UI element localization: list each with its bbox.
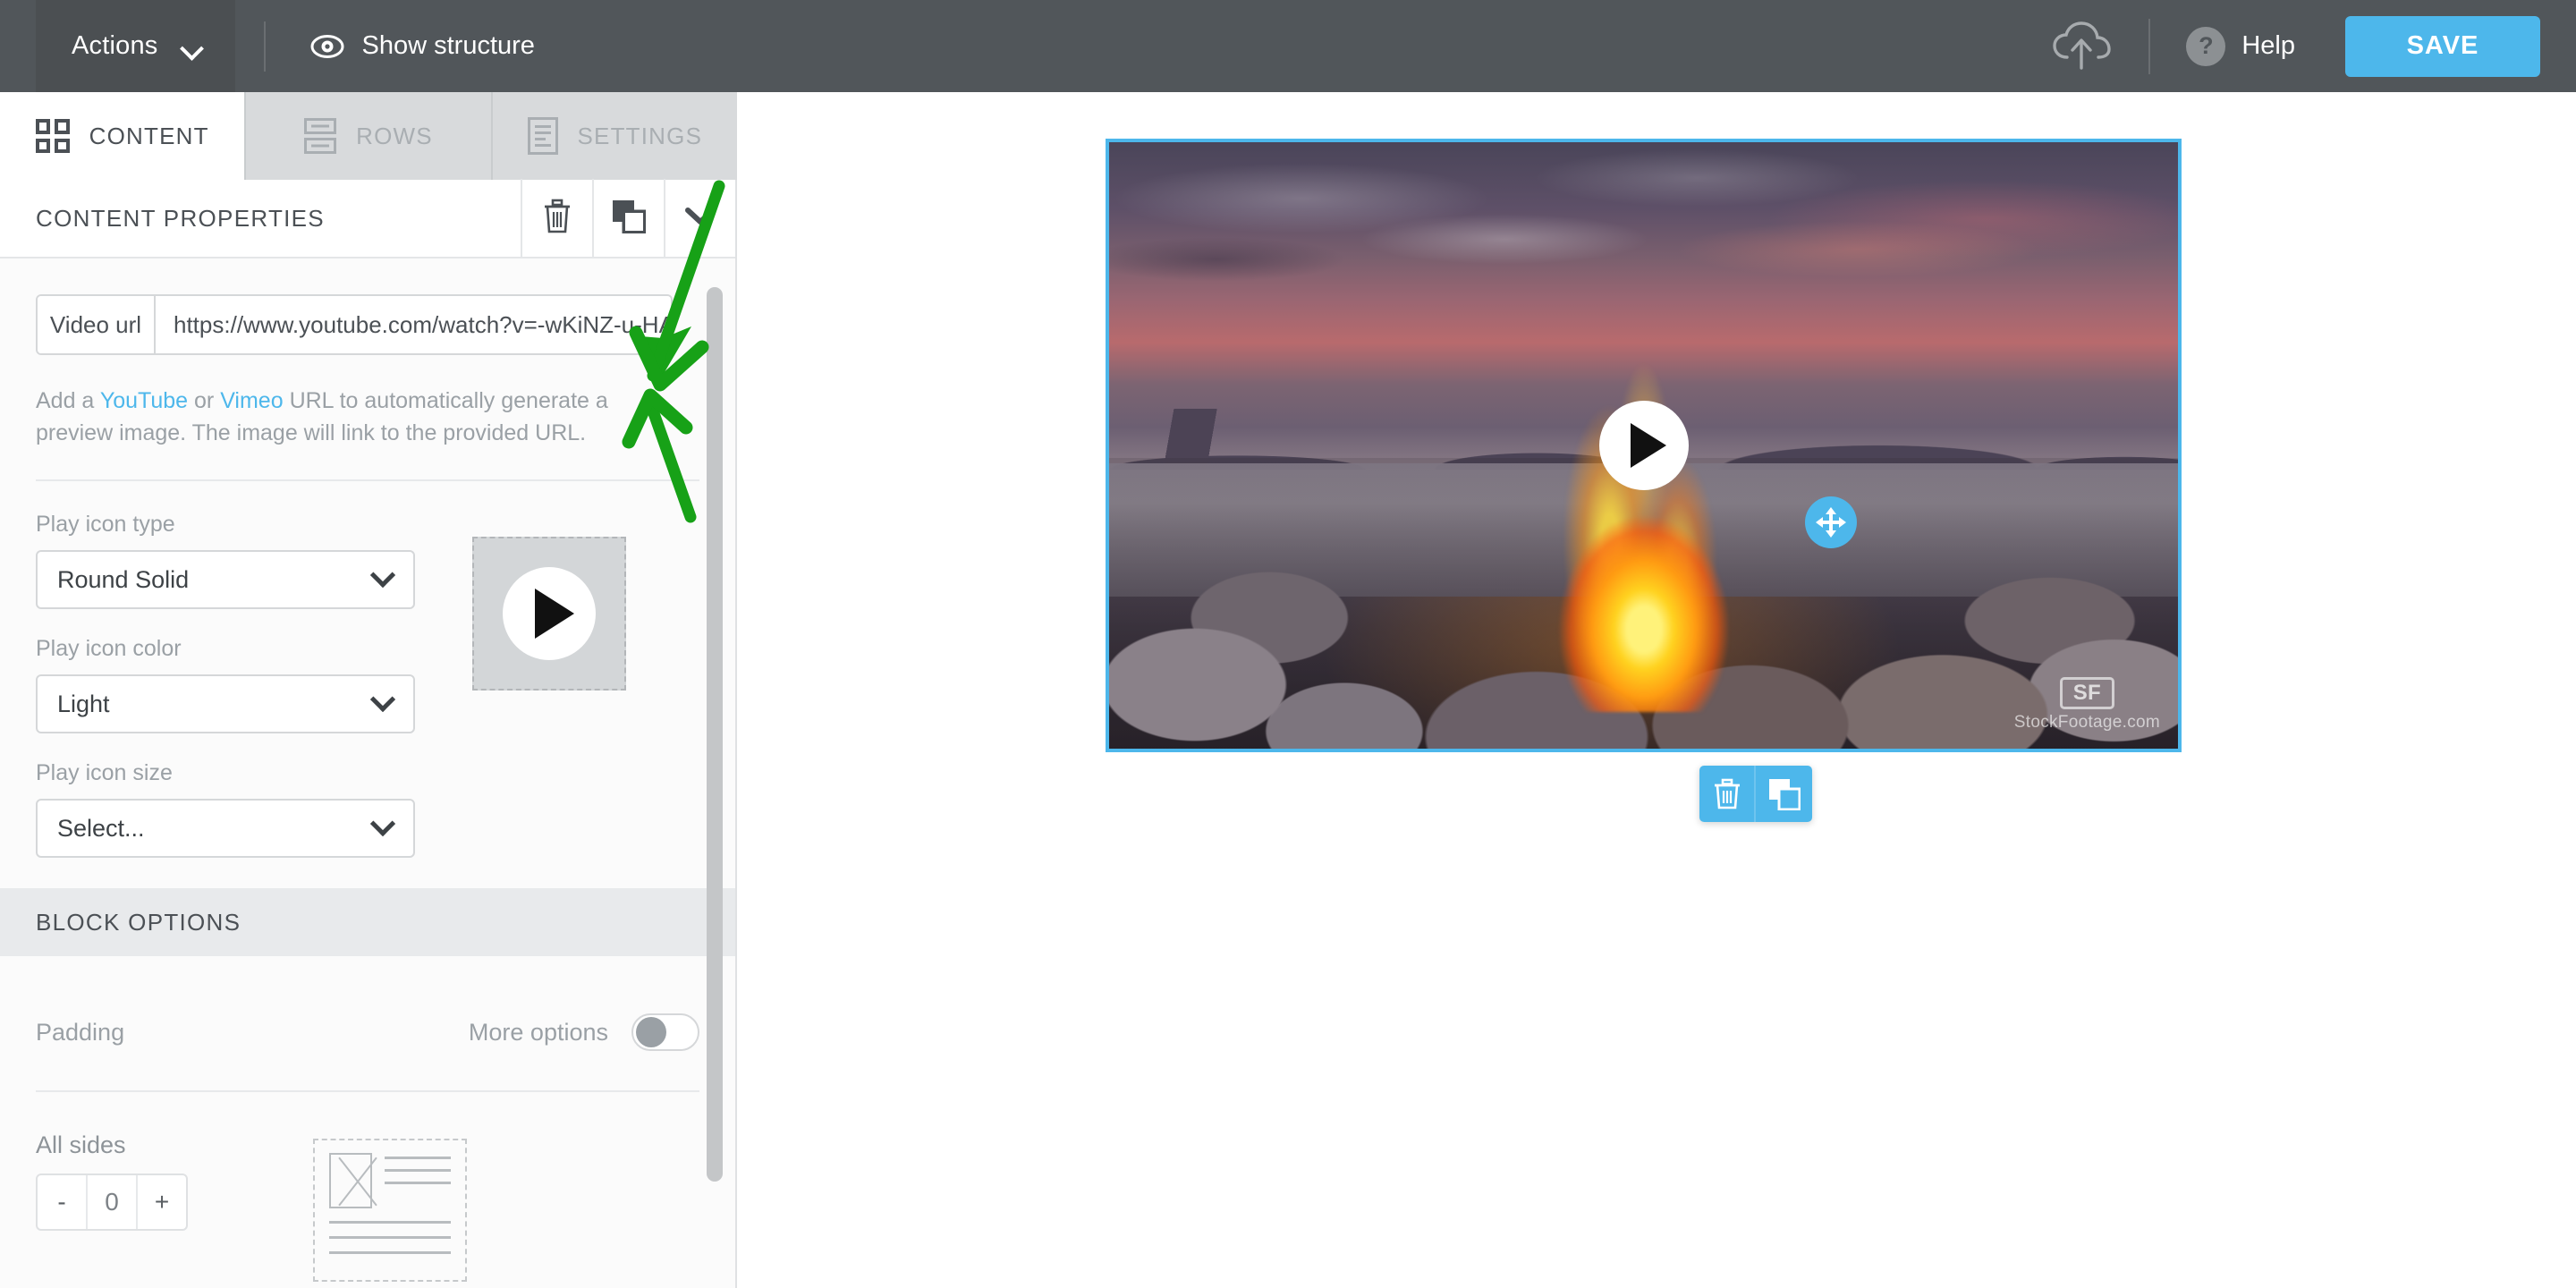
tab-content-label: CONTENT xyxy=(89,123,209,150)
play-icon-type-select[interactable]: Round Solid xyxy=(36,550,415,609)
delete-block-button[interactable] xyxy=(521,179,592,258)
top-toolbar: Actions Show structure ? Help xyxy=(0,0,2576,92)
play-icon-color-label: Play icon color xyxy=(36,636,420,662)
tab-content[interactable]: CONTENT xyxy=(0,92,246,180)
chevron-down-icon xyxy=(370,563,395,588)
panel-scrollbar-track[interactable] xyxy=(710,262,730,1288)
panel-scrollbar-thumb[interactable] xyxy=(707,287,723,1182)
email-canvas: SF StockFootage.com xyxy=(739,92,2576,1288)
show-structure-label: Show structure xyxy=(362,31,535,61)
actions-menu-button[interactable]: Actions xyxy=(36,0,235,92)
stepper-value[interactable]: 0 xyxy=(88,1175,138,1229)
play-icon-size-select[interactable]: Select... xyxy=(36,799,415,858)
save-button[interactable]: SAVE xyxy=(2345,16,2540,77)
text-lines-icon xyxy=(385,1153,451,1208)
tab-rows-label: ROWS xyxy=(356,123,433,150)
save-label: SAVE xyxy=(2407,31,2479,61)
chevron-down-icon xyxy=(685,207,716,231)
video-block-actions xyxy=(1699,766,1812,822)
chevron-down-icon xyxy=(370,811,395,836)
video-url-field[interactable]: Video url xyxy=(36,294,673,355)
video-settings-section: Video url Add a YouTube or Vimeo URL to … xyxy=(0,294,735,858)
eye-icon xyxy=(310,35,344,58)
help-label: Help xyxy=(2241,31,2295,61)
toolbar-divider xyxy=(264,21,266,72)
padding-preview-diagram xyxy=(313,1139,467,1282)
play-icon-size-label: Play icon size xyxy=(36,760,420,786)
play-icon-controls: Play icon type Round Solid Play icon col… xyxy=(36,481,699,858)
play-triangle-icon xyxy=(535,589,574,639)
block-options-header: BLOCK OPTIONS xyxy=(0,888,735,956)
duplicate-block-button[interactable] xyxy=(1756,766,1812,822)
toggle-knob xyxy=(636,1017,666,1047)
duplicate-block-button[interactable] xyxy=(592,179,664,258)
settings-icon xyxy=(528,117,558,155)
play-triangle-icon xyxy=(1631,423,1666,468)
all-sides-label: All sides xyxy=(36,1131,188,1159)
more-options-label: More options xyxy=(469,1019,608,1046)
padding-row: Padding More options xyxy=(0,1013,735,1051)
hint-middle: or xyxy=(188,388,220,413)
toolbar-divider-2 xyxy=(2148,19,2150,74)
delete-block-button[interactable] xyxy=(1699,766,1756,822)
all-sides-stepper[interactable]: - 0 + xyxy=(36,1174,188,1231)
more-options-group: More options xyxy=(469,1013,699,1051)
video-url-hint: Add a YouTube or Vimeo URL to automatica… xyxy=(36,386,653,449)
tab-rows[interactable]: ROWS xyxy=(246,92,492,180)
chevron-down-icon xyxy=(182,40,205,53)
content-properties-panel: CONTENT PROPERTIES xyxy=(0,180,737,1288)
panel-tabs: CONTENT ROWS SETTINGS xyxy=(0,92,737,180)
play-icon-color-value: Light xyxy=(57,691,110,718)
stockfootage-watermark: SF StockFootage.com xyxy=(2014,677,2160,733)
padding-preview-top xyxy=(329,1153,451,1208)
campfire-layer xyxy=(1430,336,1858,712)
actions-label: Actions xyxy=(72,31,158,61)
video-content-block[interactable]: SF StockFootage.com xyxy=(1106,139,2182,752)
block-options-title: BLOCK OPTIONS xyxy=(36,909,241,936)
play-icon-preview xyxy=(472,537,626,691)
sf-watermark-text: StockFootage.com xyxy=(2014,714,2160,733)
panel-scroll-area: Video url Add a YouTube or Vimeo URL to … xyxy=(0,260,735,1288)
move-handle-icon[interactable] xyxy=(1805,496,1857,548)
sf-badge: SF xyxy=(2060,677,2114,709)
hint-prefix: Add a xyxy=(36,388,100,413)
play-icon-selects: Play icon type Round Solid Play icon col… xyxy=(36,481,420,858)
stepper-decrement-button[interactable]: - xyxy=(38,1175,88,1229)
show-structure-toggle[interactable]: Show structure xyxy=(310,31,535,61)
play-icon-type-value: Round Solid xyxy=(57,566,189,594)
page-title: CONTENT PROPERTIES xyxy=(0,205,521,233)
more-options-toggle[interactable] xyxy=(631,1013,699,1051)
delete-icon xyxy=(542,199,572,239)
image-placeholder-icon xyxy=(329,1153,372,1208)
all-sides-row: All sides - 0 + xyxy=(0,1131,735,1282)
all-sides-group: All sides - 0 + xyxy=(36,1131,188,1282)
panel-header: CONTENT PROPERTIES xyxy=(0,180,735,258)
video-url-label: Video url xyxy=(38,296,156,353)
play-button-overlay[interactable] xyxy=(1599,401,1689,490)
tab-settings[interactable]: SETTINGS xyxy=(493,92,737,180)
play-icon-color-select[interactable]: Light xyxy=(36,674,415,733)
padding-preview-bottom xyxy=(329,1217,451,1254)
padding-label: Padding xyxy=(36,1019,124,1046)
padding-divider xyxy=(36,1090,699,1092)
duplicate-icon xyxy=(612,199,646,238)
rows-icon xyxy=(304,118,336,154)
tab-settings-label: SETTINGS xyxy=(578,123,703,150)
play-icon-type-label: Play icon type xyxy=(36,512,420,538)
chevron-down-icon xyxy=(370,687,395,712)
play-icon-preview-circle xyxy=(503,567,596,660)
cloud-upload-icon[interactable] xyxy=(2050,20,2113,73)
toolbar-right-group: ? Help SAVE xyxy=(2050,16,2576,77)
youtube-link[interactable]: YouTube xyxy=(100,388,188,413)
collapse-panel-button[interactable] xyxy=(664,179,735,258)
play-icon-size-value: Select... xyxy=(57,815,145,843)
stepper-increment-button[interactable]: + xyxy=(138,1175,186,1229)
vimeo-link[interactable]: Vimeo xyxy=(220,388,283,413)
video-url-input[interactable] xyxy=(156,296,671,353)
grid-icon xyxy=(36,119,70,153)
question-mark-icon: ? xyxy=(2186,27,2225,66)
help-button[interactable]: ? Help xyxy=(2186,27,2295,66)
